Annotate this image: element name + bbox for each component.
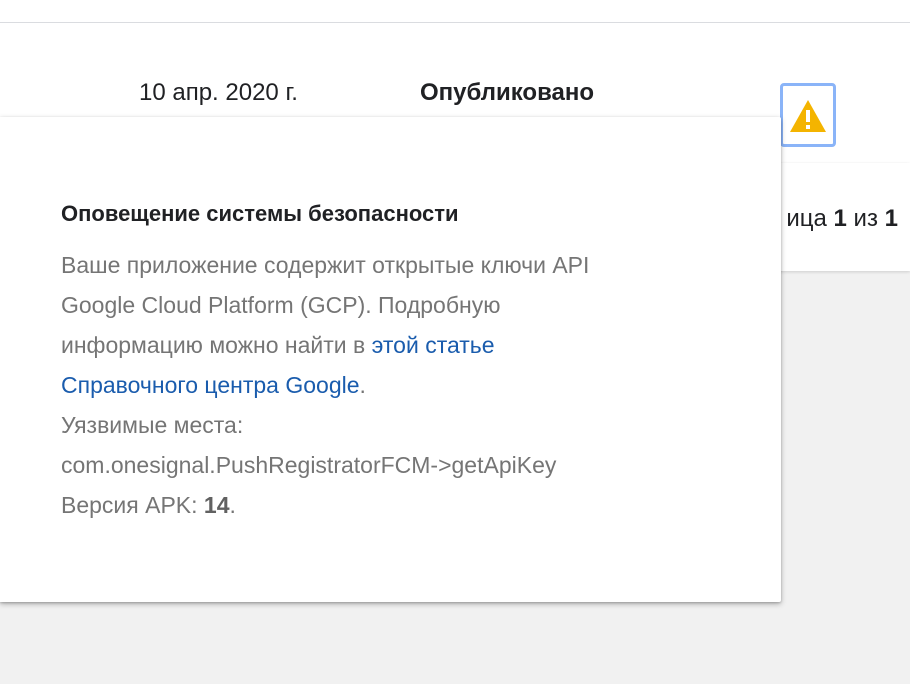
help-article-link[interactable]: этой статье	[372, 332, 495, 358]
vulnerability-label: Уязвимые места:	[61, 412, 244, 438]
popup-title: Оповещение системы безопасности	[61, 201, 459, 226]
page-indicator: ица 1 из 1	[786, 205, 898, 232]
apk-version: Версия APK: 14.	[61, 492, 236, 518]
warning-triangle-icon	[790, 100, 826, 132]
security-alert-popup: Оповещение системы безопасности Ваше при…	[0, 117, 781, 602]
popup-text-line: информацию можно найти в этой статье	[61, 332, 495, 358]
popup-text-line: Ваше приложение содержит открытые ключи …	[61, 252, 590, 278]
help-center-link[interactable]: Справочного центра Google	[61, 372, 360, 398]
release-date: 10 апр. 2020 г.	[139, 79, 298, 106]
release-status: Опубликовано	[420, 79, 595, 106]
popup-text-line: Google Cloud Platform (GCP). Подробную	[61, 292, 501, 318]
popup-text-line: Справочного центра Google.	[61, 372, 366, 398]
vulnerability-value: com.onesignal.PushRegistratorFCM->getApi…	[61, 452, 557, 478]
top-bar	[0, 0, 910, 23]
security-alert-button[interactable]	[780, 83, 836, 147]
popup-body: Ваше приложение содержит открытые ключи …	[61, 245, 741, 525]
